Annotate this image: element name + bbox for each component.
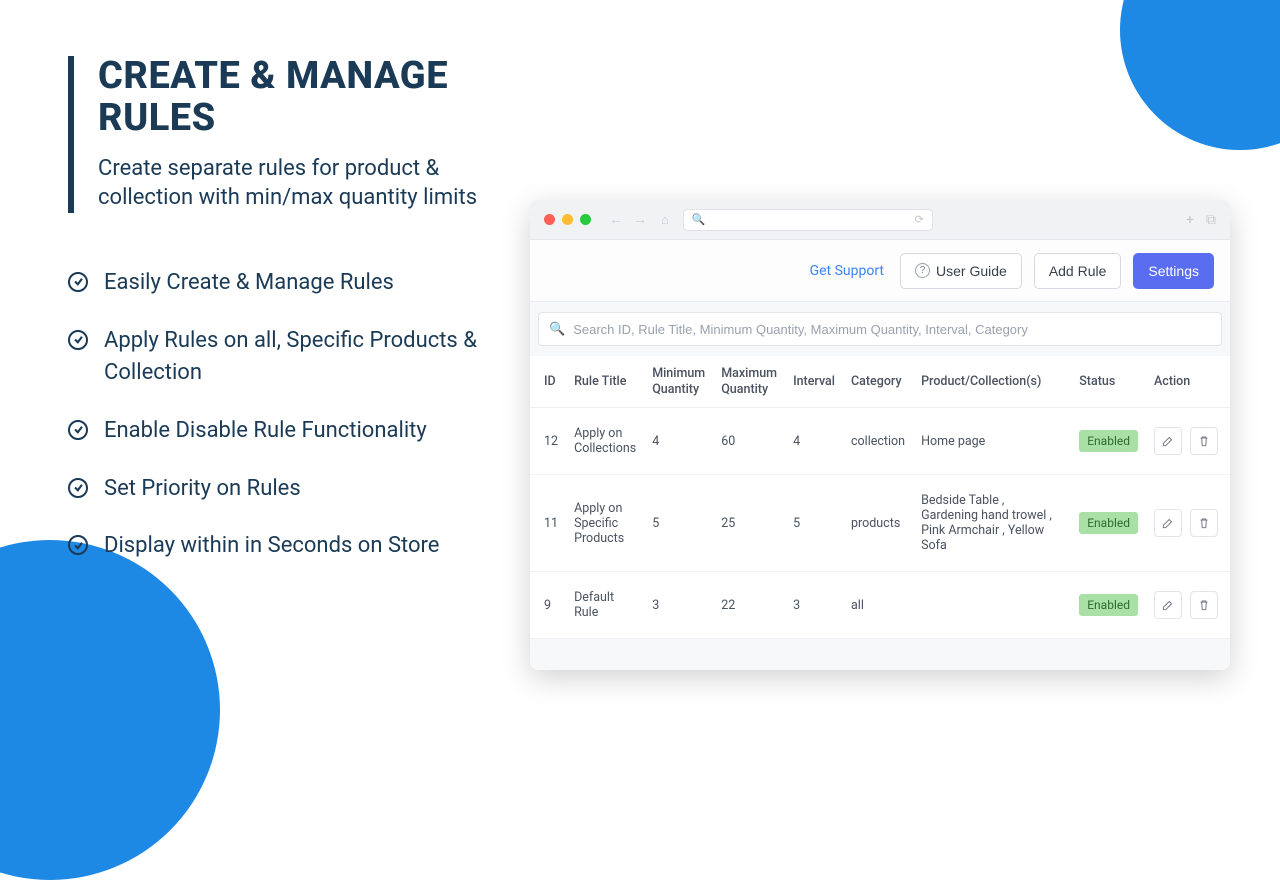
marketing-left-column: CREATE & MANAGE RULES Create separate ru… xyxy=(68,56,508,588)
cell-interval: 4 xyxy=(785,408,843,475)
browser-chrome: ← → ⌂ 🔍 ⟳ + ⧉ xyxy=(530,200,1230,240)
check-icon xyxy=(68,420,88,440)
cell-products: Bedside Table , Gardening hand trowel , … xyxy=(913,475,1071,572)
col-header-id[interactable]: ID xyxy=(530,356,566,408)
cell-interval: 5 xyxy=(785,475,843,572)
cell-id: 12 xyxy=(530,408,566,475)
feature-text: Apply Rules on all, Specific Products & … xyxy=(104,325,508,389)
cell-title: Apply on Collections xyxy=(566,408,644,475)
back-icon[interactable]: ← xyxy=(609,211,623,228)
feature-item: Apply Rules on all, Specific Products & … xyxy=(68,325,508,389)
cell-interval: 3 xyxy=(785,572,843,639)
cell-min: 3 xyxy=(644,572,713,639)
col-header-products[interactable]: Product/Collection(s) xyxy=(913,356,1071,408)
search-box[interactable]: 🔍 xyxy=(538,312,1222,346)
col-header-status[interactable]: Status xyxy=(1071,356,1146,408)
col-header-interval[interactable]: Interval xyxy=(785,356,843,408)
rules-table: ID Rule Title Minimum Quantity Maximum Q… xyxy=(530,356,1230,639)
new-tab-icon[interactable]: + xyxy=(1186,212,1194,228)
feature-text: Set Priority on Rules xyxy=(104,473,301,505)
window-controls xyxy=(544,214,591,225)
check-icon xyxy=(68,535,88,555)
help-icon: ? xyxy=(915,263,930,278)
cell-id: 11 xyxy=(530,475,566,572)
forward-icon[interactable]: → xyxy=(633,211,647,228)
feature-item: Easily Create & Manage Rules xyxy=(68,267,508,299)
user-guide-button[interactable]: ? User Guide xyxy=(900,253,1022,289)
feature-list: Easily Create & Manage Rules Apply Rules… xyxy=(68,267,508,562)
feature-text: Easily Create & Manage Rules xyxy=(104,267,394,299)
delete-button[interactable] xyxy=(1190,509,1218,537)
feature-text: Display within in Seconds on Store xyxy=(104,530,439,562)
cell-products: Home page xyxy=(913,408,1071,475)
edit-button[interactable] xyxy=(1154,427,1182,455)
maximize-icon[interactable] xyxy=(580,214,591,225)
decorative-blob-top-right xyxy=(1120,0,1280,150)
feature-item: Set Priority on Rules xyxy=(68,473,508,505)
table-row: 11 Apply on Specific Products 5 25 5 pro… xyxy=(530,475,1230,572)
reload-icon[interactable]: ⟳ xyxy=(915,213,924,226)
page-subtitle: Create separate rules for product & coll… xyxy=(98,154,508,213)
cell-max: 22 xyxy=(713,572,785,639)
cell-min: 5 xyxy=(644,475,713,572)
cell-max: 25 xyxy=(713,475,785,572)
cell-category: all xyxy=(843,572,913,639)
page-title: CREATE & MANAGE RULES xyxy=(98,56,508,140)
col-header-action: Action xyxy=(1146,356,1230,408)
search-input[interactable] xyxy=(573,322,1211,337)
search-icon: 🔍 xyxy=(549,322,565,337)
cell-category: collection xyxy=(843,408,913,475)
close-icon[interactable] xyxy=(544,214,555,225)
home-icon[interactable]: ⌂ xyxy=(661,212,669,228)
check-icon xyxy=(68,330,88,350)
cell-products xyxy=(913,572,1071,639)
cell-title: Default Rule xyxy=(566,572,644,639)
add-rule-button[interactable]: Add Rule xyxy=(1034,253,1122,289)
search-icon: 🔍 xyxy=(692,213,706,226)
feature-item: Display within in Seconds on Store xyxy=(68,530,508,562)
app-toolbar: Get Support ? User Guide Add Rule Settin… xyxy=(530,240,1230,302)
delete-button[interactable] xyxy=(1190,591,1218,619)
get-support-link[interactable]: Get Support xyxy=(810,263,884,279)
minimize-icon[interactable] xyxy=(562,214,573,225)
col-header-min[interactable]: Minimum Quantity xyxy=(644,356,713,408)
table-row: 12 Apply on Collections 4 60 4 collectio… xyxy=(530,408,1230,475)
col-header-category[interactable]: Category xyxy=(843,356,913,408)
edit-button[interactable] xyxy=(1154,509,1182,537)
cell-min: 4 xyxy=(644,408,713,475)
feature-item: Enable Disable Rule Functionality xyxy=(68,415,508,447)
table-row: 9 Default Rule 3 22 3 all Enabled xyxy=(530,572,1230,639)
decorative-blob-bottom-left xyxy=(0,540,220,880)
status-badge: Enabled xyxy=(1079,430,1138,452)
edit-button[interactable] xyxy=(1154,591,1182,619)
cell-category: products xyxy=(843,475,913,572)
check-icon xyxy=(68,478,88,498)
settings-button[interactable]: Settings xyxy=(1133,253,1214,289)
feature-text: Enable Disable Rule Functionality xyxy=(104,415,427,447)
col-header-title[interactable]: Rule Title xyxy=(566,356,644,408)
status-badge: Enabled xyxy=(1079,594,1138,616)
settings-label: Settings xyxy=(1148,263,1199,279)
status-badge: Enabled xyxy=(1079,512,1138,534)
col-header-max[interactable]: Maximum Quantity xyxy=(713,356,785,408)
app-window: ← → ⌂ 🔍 ⟳ + ⧉ Get Support ? User Guide A… xyxy=(530,200,1230,670)
rules-table-body: 12 Apply on Collections 4 60 4 collectio… xyxy=(530,408,1230,639)
add-rule-label: Add Rule xyxy=(1049,263,1107,279)
cell-title: Apply on Specific Products xyxy=(566,475,644,572)
check-icon xyxy=(68,272,88,292)
user-guide-label: User Guide xyxy=(936,263,1007,279)
delete-button[interactable] xyxy=(1190,427,1218,455)
cell-max: 60 xyxy=(713,408,785,475)
url-bar[interactable]: 🔍 ⟳ xyxy=(683,209,933,231)
cell-id: 9 xyxy=(530,572,566,639)
copy-icon[interactable]: ⧉ xyxy=(1206,212,1216,228)
